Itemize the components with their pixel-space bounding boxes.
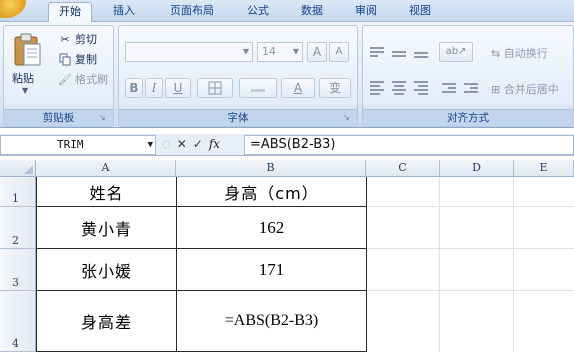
ribbon-tab-bar: 开始 插入 页面布局 公式 数据 审阅 视图: [0, 0, 574, 23]
name-box[interactable]: TRIM ▼: [0, 135, 156, 155]
formula-input[interactable]: =ABS(B2-B3): [244, 135, 574, 155]
align-bottom-icon[interactable]: [411, 44, 431, 60]
cut-label: 剪切: [75, 33, 97, 46]
copy-icon: [58, 53, 72, 67]
paste-dropdown-icon[interactable]: ▼: [22, 86, 28, 95]
align-center-icon[interactable]: [389, 80, 409, 96]
increase-indent-icon[interactable]: [461, 80, 481, 96]
data-table: 姓名 身高（cm） 黄小青 162 张小媛 171 身高差 =ABS(B2-B3…: [36, 177, 367, 352]
column-header-c[interactable]: C: [366, 160, 440, 177]
wrap-text-button[interactable]: ⇆ 自动换行: [491, 45, 548, 61]
formula-bar: TRIM ▼ ◌ ✕ ✓ fx =ABS(B2-B3): [0, 134, 574, 156]
tab-review[interactable]: 审阅: [346, 2, 386, 22]
cell-a1[interactable]: 姓名: [37, 177, 177, 207]
row-header-1[interactable]: 1: [0, 177, 36, 207]
alignment-group: ab↗ ⇆ 自动换行 ⊞ 合并后居中 对齐方式: [362, 25, 574, 127]
shrink-font-button[interactable]: A: [329, 42, 349, 62]
cell-b1[interactable]: 身高（cm）: [177, 177, 367, 207]
row-header-4[interactable]: 4: [0, 291, 36, 352]
scroll-icon: ◌: [162, 138, 171, 150]
wrap-text-label: 自动换行: [503, 47, 548, 60]
cut-button[interactable]: ✂ 剪切: [58, 31, 97, 48]
tab-insert[interactable]: 插入: [104, 2, 144, 22]
column-header-b[interactable]: B: [176, 160, 366, 177]
gridline: [513, 177, 514, 352]
align-left-icon[interactable]: [367, 80, 387, 96]
merge-center-button[interactable]: ⊞ 合并后居中: [491, 81, 559, 97]
wrap-text-icon: ⇆: [491, 47, 501, 60]
clipboard-group-label: 剪贴板: [4, 109, 113, 126]
align-top-icon[interactable]: [367, 44, 387, 60]
font-dialog-launcher-icon[interactable]: ↘: [343, 113, 353, 123]
text-orientation-icon: ab↗: [445, 46, 467, 57]
phonetic-button[interactable]: 变: [319, 78, 351, 98]
format-painter-label: 格式刷: [75, 73, 108, 86]
column-header-d[interactable]: D: [440, 160, 514, 177]
format-painter-button[interactable]: 🖌 格式刷: [58, 71, 108, 88]
font-group: ▼ 14 ▼ A A B I U A 变 字体 ↘: [118, 25, 358, 127]
row-number: 4: [12, 337, 19, 350]
underline-button[interactable]: U: [165, 78, 191, 98]
clipboard-dialog-launcher-icon[interactable]: ↘: [99, 113, 109, 123]
fill-bucket-icon: [251, 82, 265, 92]
tab-data[interactable]: 数据: [292, 2, 332, 22]
enter-icon[interactable]: ✓: [193, 137, 203, 151]
font-size-value: 14: [262, 45, 276, 58]
cell-b3[interactable]: 171: [177, 249, 367, 291]
align-right-icon[interactable]: [411, 80, 431, 96]
chevron-down-icon: ▼: [292, 47, 299, 56]
worksheet-grid: A B C D E 1 2 3 4 姓名 身高（cm） 黄小青 162 张小媛 …: [0, 160, 574, 352]
row-header-3[interactable]: 3: [0, 249, 36, 291]
office-button[interactable]: [0, 0, 26, 18]
borders-icon: [208, 81, 222, 95]
tab-formulas[interactable]: 公式: [238, 2, 278, 22]
copy-button[interactable]: 复制: [58, 51, 97, 68]
grow-font-button[interactable]: A: [307, 42, 327, 62]
cell-a4[interactable]: 身高差: [37, 291, 177, 352]
cell-b2[interactable]: 162: [177, 207, 367, 249]
column-header-e[interactable]: E: [514, 160, 574, 177]
row-number: 3: [12, 276, 19, 289]
chevron-down-icon: ▼: [242, 47, 249, 56]
borders-button[interactable]: [197, 78, 233, 98]
tab-view[interactable]: 视图: [400, 2, 440, 22]
gridline: [439, 177, 440, 352]
select-all-button[interactable]: [0, 160, 36, 177]
cell-a3[interactable]: 张小媛: [37, 249, 177, 291]
paste-icon[interactable]: [12, 32, 42, 68]
row-header-2[interactable]: 2: [0, 207, 36, 249]
chevron-down-icon[interactable]: ▼: [148, 136, 153, 154]
cell-b4[interactable]: =ABS(B2-B3): [177, 291, 367, 352]
fill-color-button[interactable]: [239, 78, 277, 98]
tab-home[interactable]: 开始: [48, 2, 92, 23]
column-header-a[interactable]: A: [36, 160, 176, 177]
font-group-label: 字体: [119, 109, 357, 126]
merge-cells-icon: ⊞: [491, 83, 501, 96]
name-box-value: TRIM: [57, 138, 84, 151]
cell-a2[interactable]: 黄小青: [37, 207, 177, 249]
brush-icon: 🖌: [58, 73, 72, 86]
italic-button[interactable]: I: [145, 78, 163, 98]
font-size-combo[interactable]: 14 ▼: [257, 42, 303, 62]
decrease-indent-icon[interactable]: [439, 80, 459, 96]
font-name-combo[interactable]: ▼: [125, 42, 253, 62]
cancel-icon[interactable]: ✕: [177, 137, 187, 151]
alignment-group-label: 对齐方式: [363, 109, 573, 126]
insert-function-icon[interactable]: fx: [209, 137, 220, 151]
tab-page-layout[interactable]: 页面布局: [160, 2, 224, 22]
orientation-button[interactable]: ab↗: [439, 42, 473, 62]
font-color-button[interactable]: A: [281, 78, 315, 98]
row-number: 2: [12, 234, 19, 247]
scissors-icon: ✂: [60, 33, 70, 46]
bold-button[interactable]: B: [125, 78, 143, 98]
row-number: 1: [12, 192, 19, 205]
ribbon: 粘贴 ▼ ✂ 剪切 复制 🖌 格式刷 剪贴板 ↘ ▼ 14 ▼ A A B I …: [0, 22, 574, 128]
copy-label: 复制: [75, 53, 97, 66]
paste-button-label[interactable]: 粘贴: [12, 70, 34, 86]
align-middle-icon[interactable]: [389, 44, 409, 60]
merge-center-label: 合并后居中: [503, 83, 559, 96]
clipboard-group: 粘贴 ▼ ✂ 剪切 复制 🖌 格式刷 剪贴板 ↘: [3, 25, 114, 127]
formula-tools: ◌ ✕ ✓ fx: [162, 137, 220, 151]
